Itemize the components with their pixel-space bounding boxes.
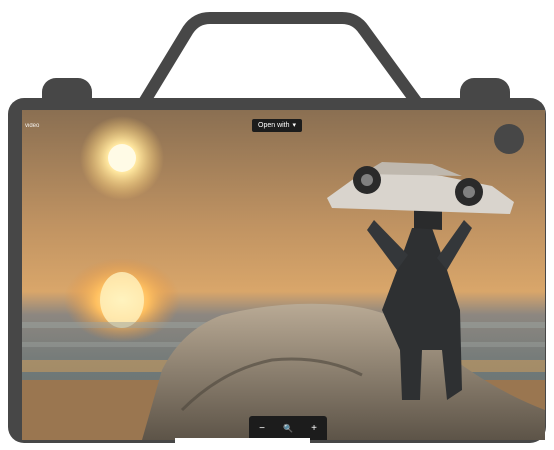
camera-knob-left [42, 78, 92, 100]
corner-label: video [25, 123, 40, 129]
camera-knob-right [460, 78, 510, 100]
zoom-toolbar: − 🔍 + [249, 416, 327, 440]
open-with-button[interactable]: Open with ▾ [252, 119, 303, 132]
magnifier-icon[interactable]: 🔍 [279, 424, 297, 433]
photo-viewer[interactable]: video Open with ▾ − 🔍 + [22, 110, 545, 440]
open-with-label: Open with [258, 122, 290, 129]
camera-frame: video Open with ▾ − 🔍 + [0, 0, 554, 450]
minus-icon[interactable]: − [253, 423, 271, 434]
chevron-down-icon: ▾ [292, 122, 297, 129]
body-notch [175, 438, 310, 450]
photo-image [22, 110, 545, 440]
record-dot-icon[interactable] [494, 124, 524, 154]
plus-icon[interactable]: + [305, 423, 323, 434]
